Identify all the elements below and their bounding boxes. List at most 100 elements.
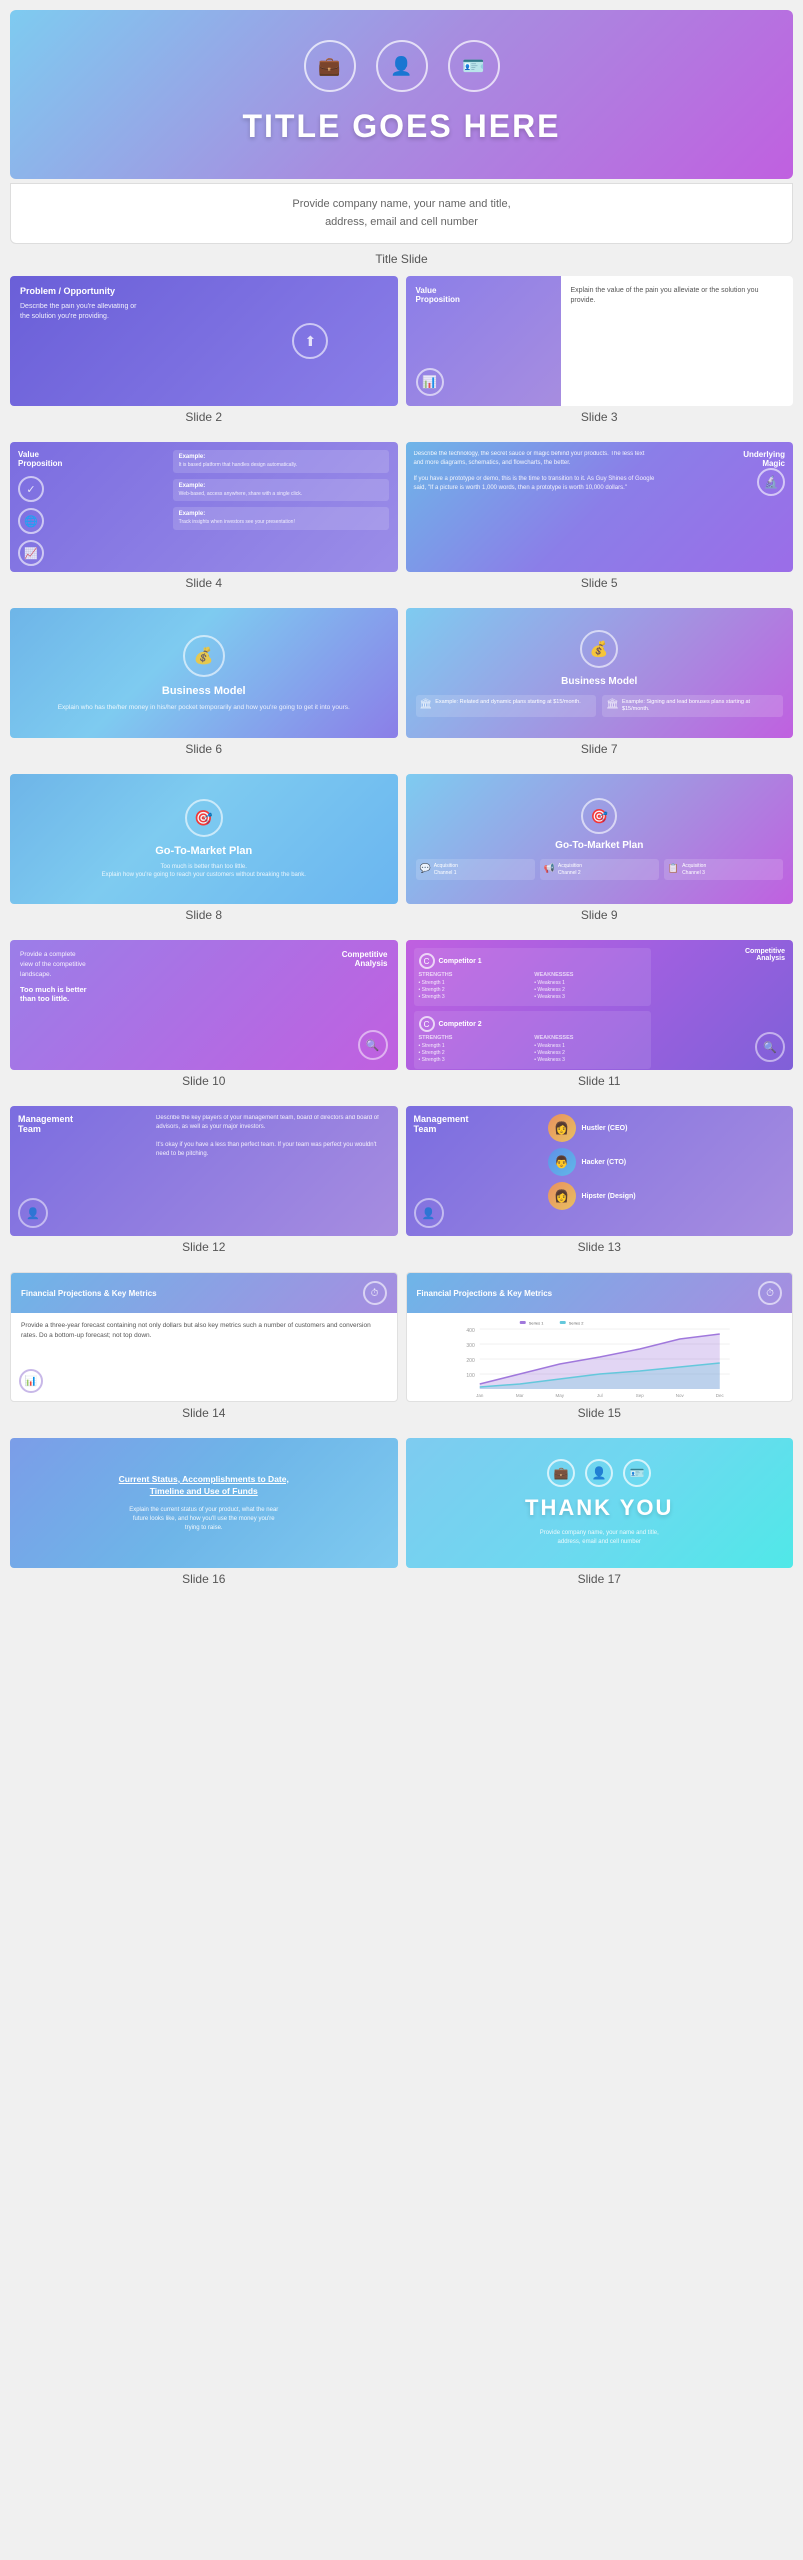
svg-text:Jan: Jan — [476, 1393, 484, 1398]
slide-11-wrapper: C Competitor 1 STRENGTHS • Strength 1 • … — [406, 940, 794, 1098]
slide-12-left: ManagementTeam 👤 — [18, 1114, 148, 1228]
slide-8[interactable]: 🎯 Go-To-Market Plan Too much is better t… — [10, 774, 398, 904]
slide-7[interactable]: 💰 Business Model 🏛 Example: Related and … — [406, 608, 794, 738]
slide-3-right: Explain the value of the pain you allevi… — [561, 276, 794, 406]
slide-9-item-3: 📋 AcquisitionChannel 3 — [664, 859, 783, 880]
slide-3[interactable]: ValueProposition 📊 Explain the value of … — [406, 276, 794, 406]
slide-9-item-3-icon: 📋 — [668, 863, 679, 874]
slide-13-title: ManagementTeam — [414, 1114, 544, 1134]
slide-5-right: UnderlyingMagic 🔬 — [655, 450, 785, 564]
competitor-1-weaknesses: WEAKNESSES • Weakness 1 • Weakness 2 • W… — [534, 972, 646, 1001]
slide-12-title: ManagementTeam — [18, 1114, 148, 1134]
slide-4-title: ValueProposition — [18, 450, 167, 468]
svg-text:Dec: Dec — [715, 1393, 724, 1398]
slide-9-icon: 🎯 — [581, 798, 617, 834]
slide-16[interactable]: Current Status, Accomplishments to Date,… — [10, 1438, 398, 1568]
svg-text:400: 400 — [466, 1328, 475, 1334]
competitor-1-sw: STRENGTHS • Strength 1 • Strength 2 • St… — [419, 972, 647, 1001]
slide-5-title: UnderlyingMagic — [743, 450, 785, 468]
svg-text:May: May — [555, 1393, 564, 1398]
slide-10-right: CompetitiveAnalysis 🔍 — [241, 950, 388, 1060]
svg-text:Series 2: Series 2 — [568, 1321, 583, 1326]
slide-9[interactable]: 🎯 Go-To-Market Plan 💬 AcquisitionChannel… — [406, 774, 794, 904]
slide-11[interactable]: C Competitor 1 STRENGTHS • Strength 1 • … — [406, 940, 794, 1070]
slide-17-label: Slide 17 — [406, 1572, 794, 1586]
slide-12-right: Describe the key players of your managem… — [148, 1114, 389, 1228]
slide-16-label: Slide 16 — [10, 1572, 398, 1586]
slide-15[interactable]: Financial Projections & Key Metrics ⏱ 40… — [406, 1272, 794, 1402]
slide-7-wrapper: 💰 Business Model 🏛 Example: Related and … — [406, 608, 794, 766]
slide-8-body: Too much is better than too little.Expla… — [102, 863, 306, 880]
slide-7-item-2-icon: 🏛 — [606, 699, 619, 710]
slide-3-icon: 📊 — [416, 368, 444, 396]
team-member-3: 👩 Hipster (Design) — [548, 1182, 785, 1210]
svg-text:Mar: Mar — [515, 1393, 523, 1398]
slide-11-right: CompetitiveAnalysis 🔍 — [657, 948, 785, 1062]
slide-17[interactable]: 💼 👤 🪪 THANK YOU Provide company name, yo… — [406, 1438, 794, 1568]
slide-2-body: Describe the pain you're alleviating ort… — [20, 302, 213, 322]
slide-5-left: Describe the technology, the secret sauc… — [414, 450, 655, 564]
slide-7-title: Business Model — [561, 676, 637, 687]
competitor-2-strengths: STRENGTHS • Strength 1 • Strength 2 • St… — [419, 1035, 531, 1064]
slide-14-bottom: 📊 — [11, 1365, 397, 1401]
title-icons-row: 💼 👤 🪪 — [30, 40, 773, 92]
slide-10-left: Provide a completeview of the competitiv… — [20, 950, 241, 1060]
slide-13-label: Slide 13 — [406, 1240, 794, 1254]
slide-7-items: 🏛 Example: Related and dynamic plans sta… — [416, 695, 784, 717]
slide-17-icon-1: 💼 — [547, 1459, 575, 1487]
slide-14-label: Slide 14 — [10, 1406, 398, 1420]
title-subtitle: Provide company name, your name and titl… — [31, 196, 772, 231]
slide-10-label: Slide 10 — [10, 1074, 398, 1088]
competitor-1-name: Competitor 1 — [439, 958, 482, 965]
slide-4-label: Slide 4 — [10, 576, 398, 590]
team-info-3: Hipster (Design) — [582, 1193, 636, 1200]
slide-4[interactable]: ValueProposition ✓ 🌐 📈 Example: It is ba… — [10, 442, 398, 572]
slide-15-top-icon: ⏱ — [758, 1281, 782, 1305]
slide-12[interactable]: ManagementTeam 👤 Describe the key player… — [10, 1106, 398, 1236]
member-2-name: Hacker (CTO) — [582, 1159, 627, 1166]
team-info-1: Hustler (CEO) — [582, 1125, 628, 1132]
competitor-2-name: Competitor 2 — [439, 1021, 482, 1028]
slide-16-body: Explain the current status of your produ… — [129, 1506, 278, 1533]
slide-2[interactable]: Problem / Opportunity Describe the pain … — [10, 276, 398, 406]
slide-2-title: Problem / Opportunity — [20, 286, 213, 296]
competitor-1-block: C Competitor 1 STRENGTHS • Strength 1 • … — [414, 948, 652, 1006]
slide-4-left: ValueProposition ✓ 🌐 📈 — [18, 450, 167, 564]
team-info-2: Hacker (CTO) — [582, 1159, 627, 1166]
competitor-1-header: C Competitor 1 — [419, 953, 647, 969]
slide-7-item-1-text: Example: Related and dynamic plans start… — [435, 699, 581, 706]
slide-7-label: Slide 7 — [406, 742, 794, 756]
slide-13[interactable]: ManagementTeam 👤 👩 Hustler (CEO) 👨 Hacke… — [406, 1106, 794, 1236]
slide-16-wrapper: Current Status, Accomplishments to Date,… — [10, 1438, 398, 1596]
slide-6-icon: 💰 — [183, 635, 225, 677]
slide-17-body: Provide company name, your name and titl… — [540, 1529, 659, 1547]
slide-6-wrapper: 💰 Business Model Explain who has the/her… — [10, 608, 398, 766]
slide-5-wrapper: Describe the technology, the secret sauc… — [406, 442, 794, 600]
slide-14[interactable]: Financial Projections & Key Metrics ⏱ Pr… — [10, 1272, 398, 1402]
slide-13-left: ManagementTeam 👤 — [414, 1114, 544, 1228]
slide-13-icon: 👤 — [414, 1198, 444, 1228]
briefcase-icon: 💼 — [304, 40, 356, 92]
slide-7-icon: 💰 — [580, 630, 618, 668]
slide-6-label: Slide 6 — [10, 742, 398, 756]
slide-9-wrapper: 🎯 Go-To-Market Plan 💬 AcquisitionChannel… — [406, 774, 794, 932]
slide-9-item-2-text: AcquisitionChannel 2 — [558, 863, 582, 876]
slide-11-label: Slide 11 — [406, 1074, 794, 1088]
svg-text:200: 200 — [466, 1358, 475, 1364]
slide-9-items: 💬 AcquisitionChannel 1 📢 AcquisitionChan… — [416, 859, 784, 880]
slide-4-icons: ✓ 🌐 📈 — [18, 476, 167, 566]
slide-10-too-much: Too much is betterthan too little. — [20, 985, 241, 1003]
slide-2-left: Problem / Opportunity Describe the pain … — [10, 276, 223, 406]
slide-14-text: Provide a three-year forecast containing… — [21, 1321, 387, 1341]
competitor-2-weaknesses: WEAKNESSES • Weakness 1 • Weakness 2 • W… — [534, 1035, 646, 1064]
slide-12-label: Slide 12 — [10, 1240, 398, 1254]
slide-4-icon-1: ✓ — [18, 476, 44, 502]
slide-4-item-1: Example: It is based platform that handl… — [173, 450, 390, 473]
slide-11-icon: 🔍 — [755, 1032, 785, 1062]
competitor-2-header: C Competitor 2 — [419, 1016, 647, 1032]
slide-8-label: Slide 8 — [10, 908, 398, 922]
slide-10[interactable]: Provide a completeview of the competitiv… — [10, 940, 398, 1070]
slide-5[interactable]: Describe the technology, the secret sauc… — [406, 442, 794, 572]
svg-text:Series 1: Series 1 — [528, 1321, 543, 1326]
slide-6[interactable]: 💰 Business Model Explain who has the/her… — [10, 608, 398, 738]
